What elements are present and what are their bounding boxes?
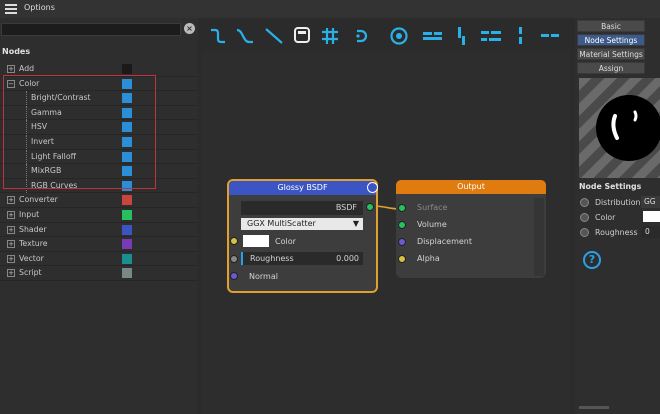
- normal-input-socket[interactable]: [230, 272, 238, 280]
- refresh-icon[interactable]: [390, 27, 408, 45]
- expand-icon[interactable]: +: [7, 254, 15, 263]
- bsdf-output-label: BSDF: [335, 203, 357, 212]
- tab-material-settings[interactable]: Material Settings: [577, 48, 645, 60]
- alpha-input-socket[interactable]: [398, 255, 406, 263]
- glossy-bsdf-node[interactable]: Glossy BSDF BSDF GGX MultiScatter ▼ Colo…: [227, 179, 378, 293]
- category-color-swatch: [122, 253, 132, 264]
- roughness-setting-label: Roughness: [595, 228, 638, 237]
- tree-item-label: Converter: [19, 195, 58, 205]
- color-setting-swatch[interactable]: [643, 211, 660, 222]
- color-swatch[interactable]: [243, 235, 269, 247]
- distribution-label: Distribution: [595, 198, 641, 207]
- tree-item-input[interactable]: + Input: [0, 208, 198, 223]
- category-color-swatch: [122, 64, 132, 74]
- distribution-radio[interactable]: [580, 198, 589, 207]
- color-label: Color: [275, 237, 296, 246]
- displacement-label: Displacement: [417, 237, 472, 246]
- tree-item-label: Add: [19, 64, 35, 73]
- expand-icon[interactable]: +: [7, 225, 15, 234]
- align-top-icon[interactable]: [458, 27, 465, 45]
- category-color-swatch: [122, 268, 132, 279]
- material-preview: [579, 78, 660, 178]
- align-vertical-icon[interactable]: [519, 27, 522, 44]
- search-input[interactable]: [1, 23, 181, 36]
- category-color-swatch: [122, 224, 132, 235]
- tree-item-label: Texture: [19, 239, 48, 249]
- chevron-down-icon: ▼: [352, 219, 359, 228]
- category-color-swatch: [122, 195, 132, 206]
- roughness-setting-field[interactable]: 0: [641, 226, 660, 238]
- tab-basic[interactable]: Basic: [577, 20, 645, 32]
- expand-icon[interactable]: +: [7, 196, 15, 205]
- color-input-socket[interactable]: [230, 237, 238, 245]
- expand-icon[interactable]: +: [7, 65, 15, 73]
- expand-icon[interactable]: +: [7, 211, 15, 219]
- curve-smooth-icon[interactable]: [236, 28, 253, 44]
- tree-item-shader[interactable]: + Shader: [0, 223, 198, 238]
- tree-item-converter[interactable]: + Converter: [0, 193, 198, 208]
- category-color-swatch: [122, 239, 132, 250]
- output-node[interactable]: Output Surface Volume Displacement Alpha: [396, 180, 546, 278]
- grid-snap-icon[interactable]: [322, 28, 338, 44]
- align-center-icon[interactable]: [481, 31, 501, 41]
- reroute-icon[interactable]: [356, 29, 368, 43]
- align-left-icon[interactable]: [423, 32, 442, 40]
- curve-step-icon[interactable]: [211, 28, 225, 44]
- curve-linear-icon[interactable]: [265, 28, 283, 44]
- surface-label: Surface: [417, 203, 448, 212]
- output-node-side: [534, 198, 544, 276]
- tree-item-label: Input: [19, 210, 40, 219]
- color-radio[interactable]: [580, 213, 589, 222]
- tree-item-label: Shader: [19, 224, 47, 234]
- output-node-title[interactable]: Output: [396, 180, 546, 194]
- toolbar: [211, 27, 559, 45]
- tree-item-texture[interactable]: + Texture: [0, 237, 198, 252]
- tab-node-settings[interactable]: Node Settings: [577, 34, 645, 46]
- category-color-swatch: [122, 210, 132, 220]
- align-horizontal-icon[interactable]: [541, 34, 559, 37]
- tree-item-label: Script: [19, 268, 42, 278]
- roughness-radio[interactable]: [580, 228, 589, 237]
- roughness-slider[interactable]: Roughness 0.000: [241, 252, 363, 265]
- title-bar: Options: [0, 0, 660, 18]
- bsdf-output-socket[interactable]: [366, 203, 374, 211]
- tree-item-script[interactable]: + Script: [0, 266, 198, 281]
- highlight-box: [3, 75, 156, 189]
- displacement-input-socket[interactable]: [398, 238, 406, 246]
- window-title: Options: [24, 3, 55, 12]
- glossy-node-title[interactable]: Glossy BSDF: [229, 181, 376, 195]
- tree-item-label: Vector: [19, 253, 44, 263]
- roughness-input-socket[interactable]: [230, 255, 238, 263]
- expand-icon[interactable]: +: [7, 269, 15, 278]
- nodes-header: Nodes: [2, 47, 31, 56]
- alpha-label: Alpha: [417, 254, 440, 263]
- properties-panel: Basic Node Settings Material Settings As…: [575, 18, 660, 414]
- frame-icon[interactable]: [294, 27, 310, 43]
- tab-assign[interactable]: Assign: [577, 62, 645, 74]
- node-settings-header: Node Settings: [579, 182, 642, 191]
- roughness-value: 0.000: [336, 254, 359, 263]
- distribution-field[interactable]: GG: [641, 196, 660, 208]
- volume-label: Volume: [417, 220, 447, 229]
- scrollbar[interactable]: [579, 406, 609, 409]
- color-setting-label: Color: [595, 213, 616, 222]
- clear-search-icon[interactable]: ×: [184, 23, 195, 34]
- volume-input-socket[interactable]: [398, 221, 406, 229]
- surface-input-socket[interactable]: [398, 204, 406, 212]
- roughness-label: Roughness: [250, 254, 294, 263]
- hamburger-menu-icon[interactable]: [5, 4, 17, 14]
- bsdf-output-row: BSDF: [241, 201, 363, 215]
- normal-label: Normal: [249, 272, 278, 281]
- expand-icon[interactable]: +: [7, 240, 15, 249]
- help-icon[interactable]: ?: [583, 251, 601, 269]
- distribution-dropdown[interactable]: GGX MultiScatter ▼: [241, 218, 363, 230]
- node-preview-toggle-icon[interactable]: [367, 182, 378, 193]
- tree-item-vector[interactable]: + Vector: [0, 252, 198, 267]
